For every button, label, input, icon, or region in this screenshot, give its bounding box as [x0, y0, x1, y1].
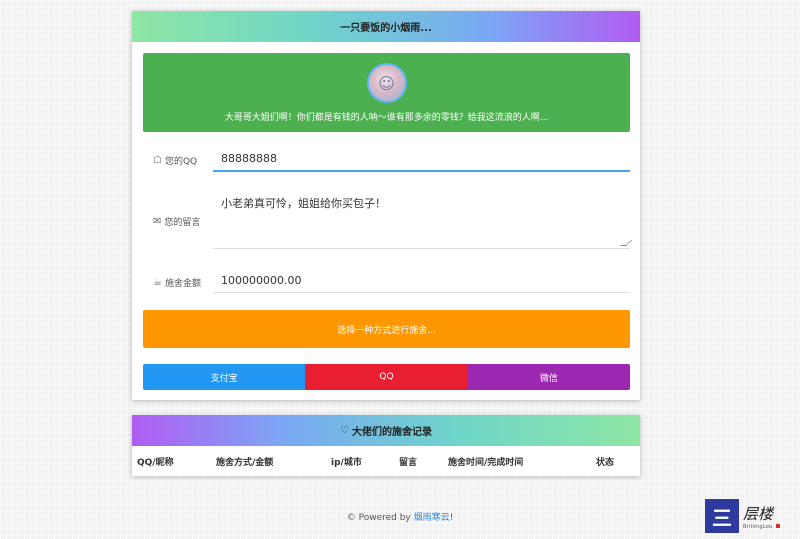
- footer-author-link[interactable]: 烟雨寒云: [414, 513, 450, 523]
- footer-suffix: !: [449, 513, 454, 523]
- resize-handle-icon[interactable]: [620, 240, 632, 246]
- footer: © Powered by 烟雨寒云!: [0, 510, 800, 523]
- logo-dot-icon: [775, 524, 780, 528]
- donation-card-title: 一只要饭的小烟雨...: [132, 11, 640, 42]
- qq-label: ☖ 您的QQ: [153, 154, 197, 167]
- pay-methods: 支付宝 QQ 微信: [143, 364, 630, 390]
- intro-banner: ☺ 大哥哥大姐们啊！你们都是有钱的人呐～谁有那多余的零钱？给我这流浪的人啊...: [143, 53, 630, 132]
- message-label-text: 您的留言: [164, 218, 201, 228]
- alipay-button[interactable]: 支付宝: [143, 364, 306, 390]
- col-message: 留言: [399, 458, 418, 468]
- qq-pay-button[interactable]: QQ: [305, 364, 468, 390]
- ghost-icon: ☖: [153, 155, 162, 166]
- records-header: QQ/昵称 施舍方式/金额 ip/城市 留言 施舍时间/完成时间 状态: [132, 446, 640, 476]
- qq-input[interactable]: 88888888: [213, 148, 630, 172]
- pick-method-bar[interactable]: 选择一种方式进行施舍...: [143, 310, 630, 348]
- wechat-button[interactable]: 微信: [467, 364, 630, 390]
- footer-prefix: © Powered by: [346, 513, 414, 523]
- amount-row: ☕ 施舍金额 100000000.00: [143, 269, 630, 295]
- envelope-icon: ✉: [153, 216, 162, 227]
- col-status: 状态: [596, 458, 615, 468]
- logo-english: BrilimgLou: [743, 523, 773, 530]
- col-time: 施舍时间/完成时间: [448, 458, 524, 468]
- records-card-title: ♡ 大佬们的施舍记录: [132, 415, 640, 446]
- logo-chinese: 层楼: [743, 504, 774, 523]
- avatar: ☺: [366, 63, 407, 103]
- message-label: ✉ 您的留言: [153, 215, 200, 228]
- site-logo[interactable]: 三 层楼 BrilimgLou: [705, 499, 790, 533]
- col-method: 施舍方式/金额: [216, 458, 274, 468]
- message-textarea[interactable]: 小老弟真可怜，姐姐给你买包子！: [213, 188, 632, 249]
- records-title-text: 大佬们的施舍记录: [351, 427, 432, 438]
- qq-label-text: 您的QQ: [164, 157, 198, 167]
- logo-text: 层楼 BrilimgLou: [743, 503, 780, 530]
- message-text: 小老弟真可怜，姐姐给你买包子！: [221, 197, 386, 210]
- logo-mark: 三: [705, 499, 739, 533]
- amount-label: ☕ 施舍金额: [153, 276, 201, 289]
- records-card: ♡ 大佬们的施舍记录 QQ/昵称 施舍方式/金额 ip/城市 留言 施舍时间/完…: [132, 415, 640, 476]
- message-row: ✉ 您的留言 小老弟真可怜，姐姐给你买包子！: [143, 188, 632, 252]
- heart-icon: ♡: [340, 425, 349, 436]
- qq-row: ☖ 您的QQ 88888888: [143, 148, 630, 174]
- amount-label-text: 施舍金额: [164, 279, 201, 289]
- amount-input[interactable]: 100000000.00: [213, 269, 630, 293]
- avatar-image-icon: ☺: [378, 73, 395, 93]
- col-qq: QQ/昵称: [137, 458, 174, 468]
- banner-text: 大哥哥大姐们啊！你们都是有钱的人呐～谁有那多余的零钱？给我这流浪的人啊...: [224, 113, 549, 123]
- col-ip: ip/城市: [331, 458, 362, 468]
- donation-card: 一只要饭的小烟雨... ☺ 大哥哥大姐们啊！你们都是有钱的人呐～谁有那多余的零钱…: [132, 11, 640, 400]
- logo-english-row: BrilimgLou: [743, 524, 780, 530]
- cup-icon: ☕: [153, 277, 162, 288]
